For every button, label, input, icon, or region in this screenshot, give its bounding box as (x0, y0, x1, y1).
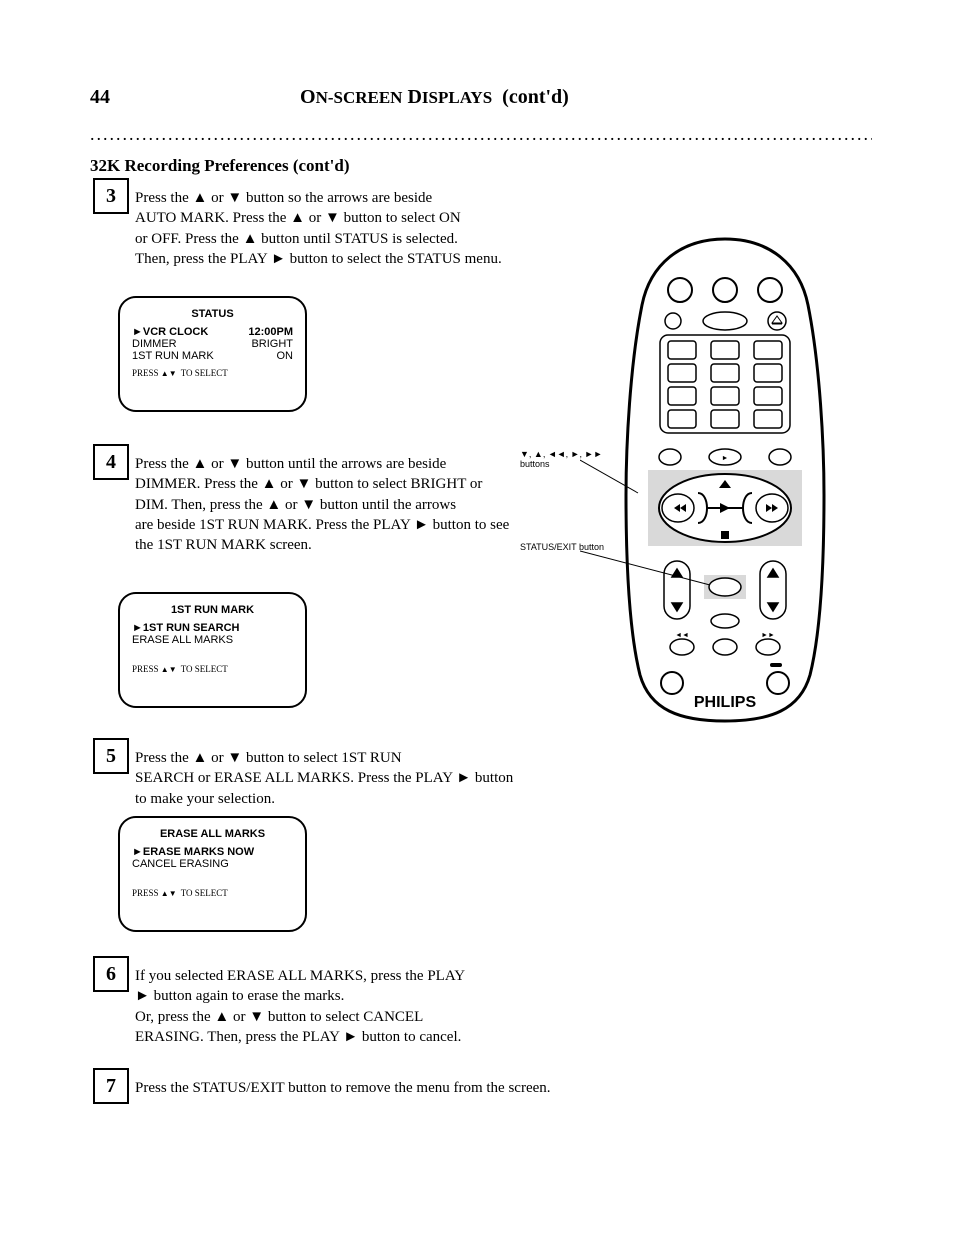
divider: ........................................… (90, 124, 872, 145)
step-4: 4 Press the ▲ or ▼ button until the arro… (135, 454, 605, 555)
step-number-4: 4 (93, 444, 129, 480)
callout-status-exit: STATUS/EXIT button (520, 542, 630, 552)
section-subtitle: 32K Recording Preferences (cont'd) (90, 156, 350, 176)
remote-illustration: ► (620, 235, 870, 740)
play-icon: ► (456, 768, 471, 788)
step-3: 3 Press the ▲ or ▼ button so the arrows … (135, 188, 605, 269)
page-title: ON-SCREEN DISPLAYS (cont'd) (300, 86, 569, 109)
step-6: 6 If you selected ERASE ALL MARKS, press… (135, 966, 605, 1047)
step-7: 7 Press the STATUS/EXIT button to remove… (135, 1078, 605, 1098)
osd-card-erase-all-marks: ERASE ALL MARKS ►ERASE MARKS NOW CANCEL … (118, 816, 307, 932)
down-triangle-icon: ▼ (227, 188, 242, 208)
play-icon: ► (271, 249, 286, 269)
play-icon: ► (135, 986, 150, 1006)
osd-card-status: STATUS ►VCR CLOCK12:00PM DIMMERBRIGHT 1S… (118, 296, 307, 412)
osd-card-1st-run-mark: 1ST RUN MARK ►1ST RUN SEARCH ERASE ALL M… (118, 592, 307, 708)
step-number-6: 6 (93, 956, 129, 992)
up-triangle-icon: ▲ (193, 188, 208, 208)
step-number-5: 5 (93, 738, 129, 774)
play-icon: ► (414, 515, 429, 535)
updown-triangle-icon: ▲▼ (161, 369, 177, 378)
callout-nav-buttons: ▼, ▲, ◄◄, ►, ►► buttons (520, 449, 630, 469)
page-number: 44 (90, 86, 110, 108)
step-number-3: 3 (93, 178, 129, 214)
step-5: 5 Press the ▲ or ▼ button to select 1ST … (135, 748, 605, 809)
step-number-7: 7 (93, 1068, 129, 1104)
